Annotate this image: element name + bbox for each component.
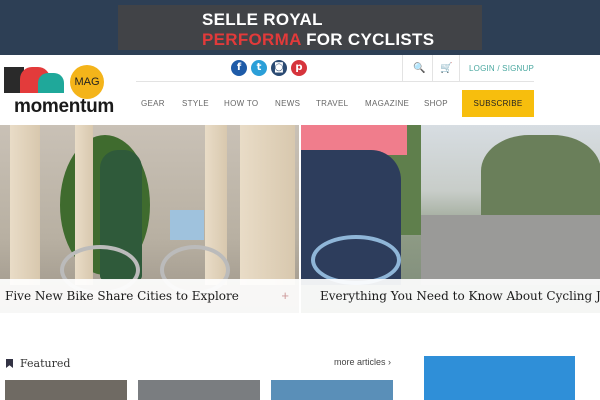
ad-subheadline: PERFORMA FOR CYCLISTS — [202, 30, 434, 50]
nav-item-magazine[interactable]: MAGAZINE — [365, 99, 424, 108]
hero-bike-basket — [170, 210, 204, 240]
logo-mark-teal — [38, 73, 64, 93]
hero-trees — [481, 135, 600, 225]
sidebar-ad[interactable] — [424, 356, 575, 400]
featured-section: Featured more articles › — [0, 313, 600, 400]
nav-item-news[interactable]: NEWS — [275, 99, 316, 108]
site-logo[interactable]: MAG momentum — [4, 65, 114, 117]
pinterest-icon[interactable]: p — [291, 60, 307, 76]
more-articles-link[interactable]: more articles › — [334, 357, 391, 367]
main-nav: GEAR STYLE HOW TO NEWS TRAVEL MAGAZINE S… — [141, 99, 454, 108]
twitter-icon[interactable]: t — [251, 60, 267, 76]
hero-article-cycling-jeans[interactable]: Everything You Need to Know About Cyclin… — [301, 125, 600, 313]
plus-icon[interactable]: + — [281, 288, 289, 303]
subscribe-button[interactable]: SUBSCRIBE — [462, 90, 534, 117]
social-links: f t ◙ p — [231, 60, 307, 76]
divider — [432, 55, 433, 81]
hero-column — [240, 125, 295, 285]
site-header: MAG momentum f t ◙ p 🔍 🛒 LOGIN / SIGNUP … — [0, 55, 600, 125]
hero-caption-title[interactable]: Everything You Need to Know About Cyclin… — [320, 289, 600, 303]
featured-thumbnail[interactable] — [138, 380, 260, 400]
nav-item-how-to[interactable]: HOW TO — [224, 99, 275, 108]
nav-item-style[interactable]: STYLE — [182, 99, 224, 108]
hero-bike-frame — [311, 235, 401, 285]
featured-heading: Featured — [6, 357, 70, 370]
cart-icon[interactable]: 🛒 — [440, 55, 452, 81]
ad-banner-band: SELLE ROYAL PERFORMA FOR CYCLISTS — [0, 0, 600, 55]
facebook-icon[interactable]: f — [231, 60, 247, 76]
divider — [402, 55, 403, 81]
nav-item-shop[interactable]: SHOP — [424, 99, 454, 108]
logo-mag-badge: MAG — [70, 65, 104, 99]
hero-caption: Everything You Need to Know About Cyclin… — [301, 279, 600, 313]
featured-title: Featured — [20, 357, 71, 370]
featured-thumbnail[interactable] — [5, 380, 127, 400]
hero-column — [10, 125, 40, 285]
ad-banner[interactable]: SELLE ROYAL PERFORMA FOR CYCLISTS — [118, 5, 482, 50]
ad-product-tagline: FOR CYCLISTS — [301, 30, 435, 49]
hero-caption-title[interactable]: Five New Bike Share Cities to Explore — [5, 289, 239, 303]
hero-road — [421, 215, 600, 285]
header-divider — [136, 81, 534, 82]
logo-wordmark: momentum — [14, 96, 114, 117]
search-icon[interactable]: 🔍 — [413, 55, 425, 81]
instagram-icon[interactable]: ◙ — [271, 60, 287, 76]
hero-caption: Five New Bike Share Cities to Explore + — [0, 279, 299, 313]
featured-thumbnail[interactable] — [271, 380, 393, 400]
ad-product-name: PERFORMA — [202, 30, 302, 49]
ad-headline: SELLE ROYAL — [202, 10, 323, 29]
divider — [459, 55, 460, 81]
hero-article-bike-share[interactable]: Five New Bike Share Cities to Explore + — [0, 125, 299, 313]
login-signup-link[interactable]: LOGIN / SIGNUP — [469, 55, 534, 81]
nav-item-travel[interactable]: TRAVEL — [316, 99, 365, 108]
bookmark-icon — [6, 359, 13, 368]
nav-item-gear[interactable]: GEAR — [141, 99, 182, 108]
